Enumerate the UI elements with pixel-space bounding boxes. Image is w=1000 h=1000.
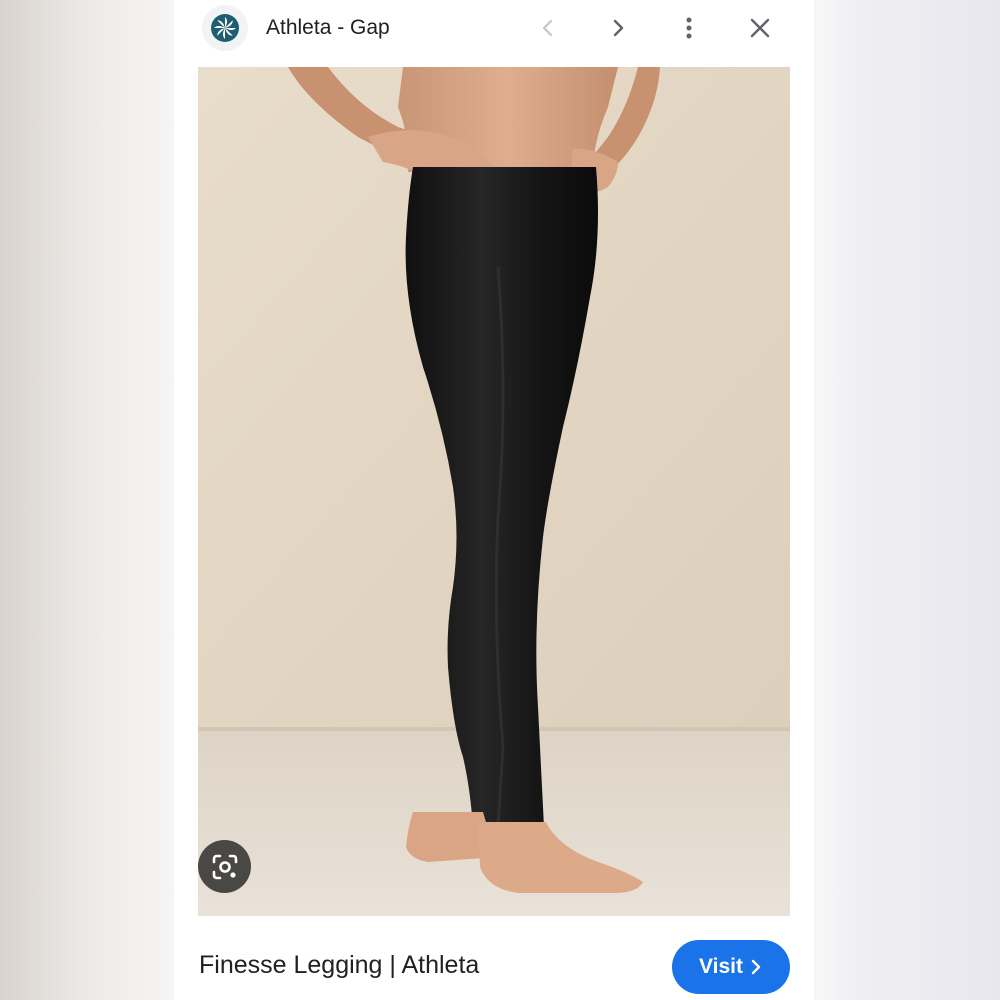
close-button[interactable] <box>740 8 780 48</box>
more-vert-icon <box>686 17 692 39</box>
more-options-button[interactable] <box>669 8 709 48</box>
image-preview-card: Athleta - Gap Finesse Legging | Athleta … <box>174 0 814 1000</box>
chevron-right-icon <box>751 959 761 975</box>
site-title[interactable]: Athleta - Gap <box>266 16 390 40</box>
athleta-logo-icon <box>211 14 239 42</box>
visit-button-label: Visit <box>699 955 743 978</box>
chevron-left-icon <box>542 19 553 37</box>
site-logo[interactable] <box>202 5 248 51</box>
product-image[interactable] <box>198 67 790 916</box>
close-icon <box>750 18 770 38</box>
google-lens-icon <box>212 854 237 879</box>
preview-header: Athleta - Gap <box>174 0 814 60</box>
previous-button[interactable] <box>528 8 568 48</box>
leggings-photo <box>198 67 790 916</box>
google-lens-button[interactable] <box>198 840 251 893</box>
visit-button[interactable]: Visit <box>672 940 790 994</box>
next-button[interactable] <box>598 8 638 48</box>
image-caption[interactable]: Finesse Legging | Athleta <box>199 951 479 980</box>
chevron-right-icon <box>613 19 624 37</box>
